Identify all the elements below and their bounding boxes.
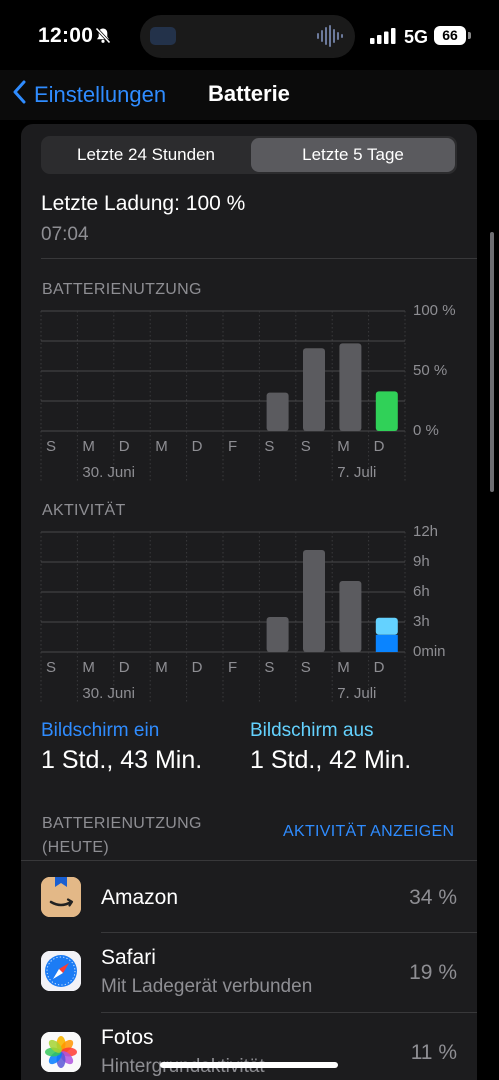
last-charge-label: Letzte Ladung: 100 % <box>41 192 246 215</box>
y-tick-label: 0 % <box>413 422 439 439</box>
activity-bar-screen-off[interactable] <box>375 617 398 635</box>
screen-off-label: Bildschirm aus <box>250 720 374 741</box>
app-row-safari[interactable]: Safari Mit Ladegerät verbunden 19 % <box>21 932 477 1012</box>
network-type: 5G <box>404 27 429 47</box>
y-tick-label: 50 % <box>413 362 447 379</box>
x-tick-label: D <box>192 438 203 455</box>
x-tick-label: D <box>119 659 130 676</box>
scroll-indicator[interactable] <box>490 232 494 492</box>
y-tick-label: 100 % <box>413 302 456 319</box>
x-tick-label: S <box>301 438 311 455</box>
app-name: Fotos <box>101 1026 154 1049</box>
activity-chart[interactable]: 12h 9h 6h 3h 0min S M D M D F S S M D 30. Juni 7. Juli <box>40 522 471 702</box>
back-button-label: Einstellungen <box>34 81 167 107</box>
y-tick-label: 0min <box>413 643 446 660</box>
date-label: 30. Juni <box>82 464 135 481</box>
status-bar: 12:00 5G 66 <box>0 0 499 70</box>
activity-bar-screen-on[interactable] <box>375 634 398 652</box>
x-tick-label: S <box>264 659 274 676</box>
app-percent: 34 % <box>409 886 457 909</box>
battery-bar[interactable] <box>339 343 362 431</box>
app-row-amazon[interactable]: Amazon 34 % <box>21 860 477 940</box>
date-label: 30. Juni <box>82 685 135 702</box>
show-activity-button[interactable]: AKTIVITÄT ANZEIGEN <box>283 823 454 841</box>
last-charge-time: 07:04 <box>41 224 89 245</box>
activity-chart-svg: 12h 9h 6h 3h 0min S M D M D F S S M D 30. Juni 7. Juli <box>40 523 446 702</box>
battery-bar[interactable] <box>303 348 325 431</box>
time-range-segmented-control: Letzte 24 Stunden Letzte 5 Tage <box>41 136 457 174</box>
chevron-left-icon <box>12 80 26 109</box>
battery-usage-chart-title: BATTERIENUTZUNG <box>42 281 202 298</box>
date-label: 7. Juli <box>337 685 376 702</box>
activity-bar[interactable] <box>339 581 362 652</box>
app-name: Safari <box>101 946 156 969</box>
x-tick-label: S <box>46 659 56 676</box>
battery-usage-chart[interactable]: 100 % 50 % 0 % S M D M D F S S M D 30. Juni 7. Juli <box>40 301 471 481</box>
activity-bar[interactable] <box>303 550 325 652</box>
battery-bar[interactable] <box>266 392 289 431</box>
activity-chart-title: AKTIVITÄT <box>42 502 126 519</box>
cellular-signal-icon <box>370 28 396 49</box>
y-tick-label: 6h <box>413 583 430 600</box>
app-row-photos[interactable]: Fotos Hintergrundaktivität 11 % <box>21 1012 477 1080</box>
navigation-bar: Einstellungen Batterie <box>0 70 499 120</box>
x-tick-label: D <box>192 659 203 676</box>
photos-icon <box>41 1032 81 1072</box>
usage-today-header: BATTERIENUTZUNG (HEUTE) <box>42 812 202 860</box>
x-tick-label: D <box>119 438 130 455</box>
y-tick-label: 3h <box>413 613 430 630</box>
app-percent: 19 % <box>409 961 457 984</box>
home-indicator[interactable] <box>160 1062 338 1068</box>
x-tick-label: D <box>374 438 385 455</box>
safari-icon <box>41 951 81 991</box>
x-tick-label: M <box>155 659 168 676</box>
x-tick-label: M <box>337 659 350 676</box>
page-title: Batterie <box>208 81 290 106</box>
back-button[interactable]: Einstellungen <box>12 80 166 109</box>
y-tick-label: 12h <box>413 523 438 540</box>
battery-bar[interactable] <box>375 391 398 431</box>
screen-on-value: 1 Std., 43 Min. <box>41 746 203 774</box>
segment-last-24-hours[interactable]: Letzte 24 Stunden <box>43 138 249 172</box>
app-percent: 11 % <box>410 1041 457 1064</box>
activity-bar[interactable] <box>266 617 289 652</box>
app-subtitle: Mit Ladegerät verbunden <box>101 976 313 997</box>
battery-tip <box>468 32 471 39</box>
x-tick-label: S <box>264 438 274 455</box>
divider <box>41 258 477 259</box>
battery-usage-chart-svg: 100 % 50 % 0 % S M D M D F S S M D 30. Juni 7. Juli <box>40 302 456 481</box>
x-tick-label: M <box>155 438 168 455</box>
x-tick-label: M <box>337 438 350 455</box>
y-tick-label: 9h <box>413 553 430 570</box>
app-name: Amazon <box>101 886 179 909</box>
x-tick-label: F <box>228 659 237 676</box>
battery-card: Letzte 24 Stunden Letzte 5 Tage Letzte L… <box>21 124 477 1080</box>
bell-slash-icon <box>95 27 111 49</box>
usage-header-line2: (HEUTE) <box>42 839 109 856</box>
screen-off-value: 1 Std., 42 Min. <box>250 746 412 774</box>
audio-waveform-icon <box>317 25 343 52</box>
segment-last-5-days[interactable]: Letzte 5 Tage <box>251 138 455 172</box>
x-tick-label: S <box>46 438 56 455</box>
screen-on-label: Bildschirm ein <box>41 720 160 741</box>
x-tick-label: M <box>82 438 95 455</box>
x-tick-label: S <box>301 659 311 676</box>
date-label: 7. Juli <box>337 464 376 481</box>
usage-header-line1: BATTERIENUTZUNG <box>42 815 202 832</box>
x-tick-label: D <box>374 659 385 676</box>
x-tick-label: F <box>228 438 237 455</box>
battery-icon: 66 <box>434 26 466 45</box>
status-time: 12:00 <box>38 24 94 47</box>
x-tick-label: M <box>82 659 95 676</box>
dynamic-island[interactable] <box>140 15 355 58</box>
amazon-icon <box>41 877 81 917</box>
now-playing-artwork-icon <box>150 27 176 45</box>
